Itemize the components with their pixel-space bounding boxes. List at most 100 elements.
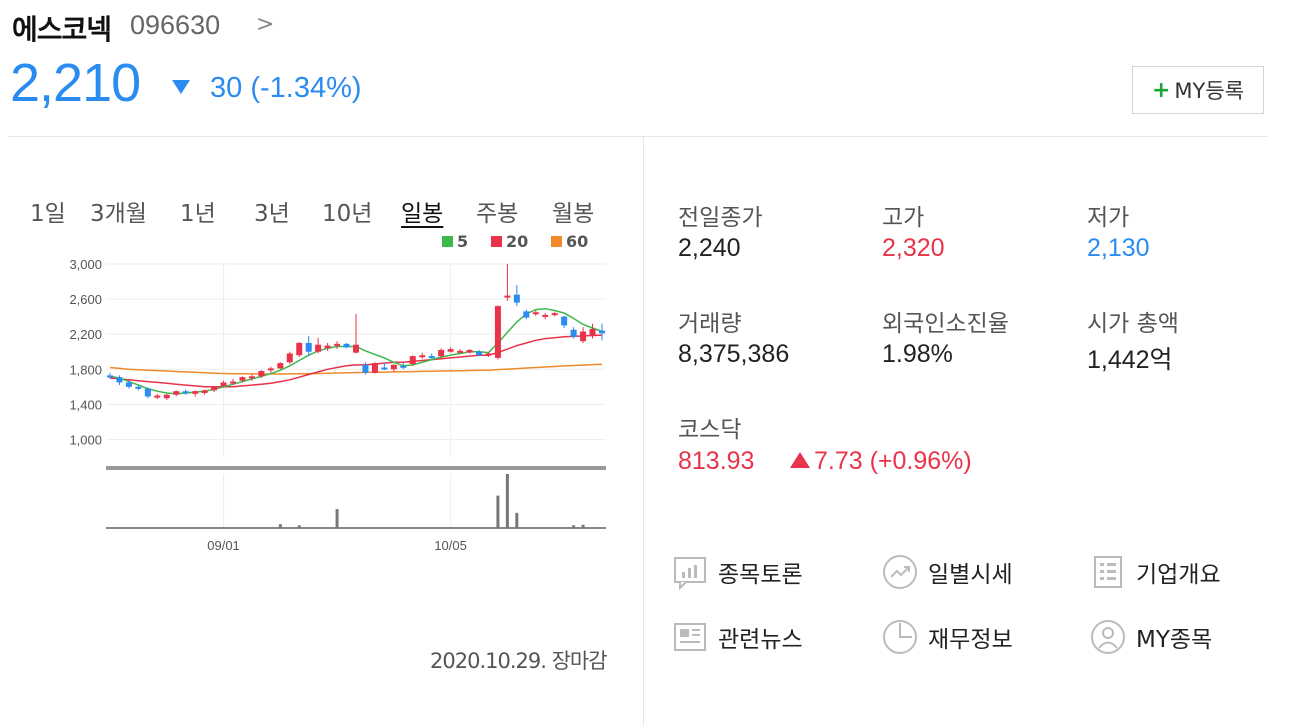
- link-label: 재무정보: [928, 627, 1013, 653]
- candle-body: [400, 365, 407, 368]
- candle-body: [438, 349, 445, 357]
- volume-bar: [297, 525, 301, 528]
- link-label: 관련뉴스: [718, 627, 803, 653]
- my-register-button[interactable]: + MY등록: [1132, 66, 1264, 114]
- foreign-ratio-value: 1.98%: [882, 340, 953, 368]
- link-my-stocks[interactable]: MY종목: [1090, 619, 1212, 655]
- link-financials[interactable]: 재무정보: [882, 619, 1013, 655]
- candle-body: [362, 364, 369, 373]
- volume-bar: [278, 524, 282, 528]
- candle-body: [485, 353, 492, 356]
- candle-body: [163, 394, 170, 399]
- stock-code[interactable]: 096630: [130, 10, 220, 41]
- candle-body: [343, 343, 350, 348]
- volume-bar: [505, 474, 509, 528]
- link-daily-price[interactable]: 일별시세: [882, 554, 1013, 590]
- my-register-label: MY등록: [1174, 79, 1245, 103]
- candle-body: [296, 342, 303, 356]
- candle-body: [201, 390, 208, 393]
- candle-body: [419, 355, 426, 358]
- volume-bar: [496, 495, 500, 528]
- volume-bar: [581, 524, 585, 528]
- candle-body: [428, 356, 435, 359]
- tab-weekly-candle[interactable]: 주봉: [476, 194, 518, 228]
- market-cap-label: 시가 총액: [1087, 311, 1179, 337]
- chevron-right-icon[interactable]: >: [256, 12, 274, 37]
- trend-icon: [883, 555, 917, 589]
- candle-body: [182, 391, 189, 394]
- volume-label: 거래량: [678, 311, 742, 337]
- legend-label: 20: [506, 232, 529, 251]
- candle-body: [173, 391, 180, 395]
- candle-body: [457, 350, 464, 353]
- candle-body: [211, 386, 218, 391]
- stock-name[interactable]: 에스코넥: [12, 8, 112, 48]
- volume-bar: [572, 525, 576, 528]
- tab-10-years[interactable]: 10년: [322, 194, 372, 228]
- price-change: 30 (-1.34%): [210, 72, 362, 104]
- divider: [8, 136, 1268, 137]
- candle-body: [551, 313, 558, 316]
- legend-ma20: 20: [491, 232, 528, 251]
- y-tick-label: 1,000: [69, 432, 102, 447]
- prev-close-value: 2,240: [678, 234, 741, 262]
- panel-separator: [106, 466, 606, 470]
- tab-3-years[interactable]: 3년: [254, 194, 290, 228]
- y-tick-label: 1,800: [69, 362, 102, 377]
- candle-body: [570, 329, 577, 337]
- candle-body: [532, 312, 539, 315]
- high-label: 고가: [882, 205, 925, 231]
- y-tick-label: 2,600: [69, 292, 102, 307]
- tab-3-months[interactable]: 3개월: [90, 194, 147, 228]
- legend-swatch: [551, 236, 562, 247]
- x-tick-label: 09/01: [207, 538, 240, 553]
- candle-body: [580, 331, 587, 342]
- candle-body: [125, 382, 132, 387]
- foreign-ratio-label: 외국인소진율: [882, 311, 1009, 337]
- candle-body: [447, 349, 454, 352]
- tab-1-day[interactable]: 1일: [30, 194, 66, 228]
- y-tick-label: 3,000: [69, 257, 102, 272]
- candle-body: [220, 382, 227, 386]
- link-company-overview[interactable]: 기업개요: [1090, 554, 1221, 590]
- legend-swatch: [442, 236, 453, 247]
- link-label: MY종목: [1136, 627, 1213, 653]
- candle-body: [381, 367, 388, 370]
- legend-swatch: [491, 236, 502, 247]
- candle-body: [523, 311, 530, 318]
- y-tick-label: 2,200: [69, 327, 102, 342]
- volume-value: 8,375,386: [678, 340, 790, 368]
- candle-body: [277, 363, 284, 369]
- low-value: 2,130: [1087, 234, 1150, 262]
- candle-body: [324, 345, 331, 349]
- tab-monthly-candle[interactable]: 월봉: [552, 194, 594, 228]
- candle-body: [107, 375, 113, 378]
- y-tick-label: 1,400: [69, 397, 102, 412]
- tab-daily-candle[interactable]: 일봉: [401, 194, 443, 228]
- vertical-divider: [643, 137, 644, 726]
- candle-body: [513, 294, 520, 303]
- tab-1-year[interactable]: 1년: [180, 194, 216, 228]
- legend-label: 60: [566, 232, 589, 251]
- link-label: 종목토론: [718, 562, 803, 588]
- candle-body: [192, 391, 199, 394]
- candlestick-chart[interactable]: 3,000 2,600 2,200 1,800 1,400 1,000 09/01 10/05: [40, 252, 620, 572]
- x-tick-label: 10/05: [434, 538, 467, 553]
- candle-body: [542, 314, 549, 317]
- kosdaq-value: 813.93: [678, 447, 755, 475]
- candle-body: [353, 344, 359, 353]
- down-triangle-icon: [172, 80, 190, 94]
- candle-body: [504, 295, 511, 298]
- legend-ma60: 60: [551, 232, 588, 251]
- candle-body: [371, 363, 378, 373]
- list-icon: [1094, 556, 1122, 588]
- link-related-news[interactable]: 관련뉴스: [672, 619, 803, 655]
- legend-ma5: 5: [442, 232, 468, 251]
- kosdaq-label: 코스닥: [678, 417, 742, 443]
- link-discussion[interactable]: 종목토론: [672, 554, 803, 590]
- candle-body: [589, 328, 596, 336]
- market-close-note: 2020.10.29. 장마감: [430, 649, 608, 673]
- candle-body: [267, 368, 274, 371]
- candle-body: [561, 316, 568, 326]
- candle-body: [390, 364, 397, 370]
